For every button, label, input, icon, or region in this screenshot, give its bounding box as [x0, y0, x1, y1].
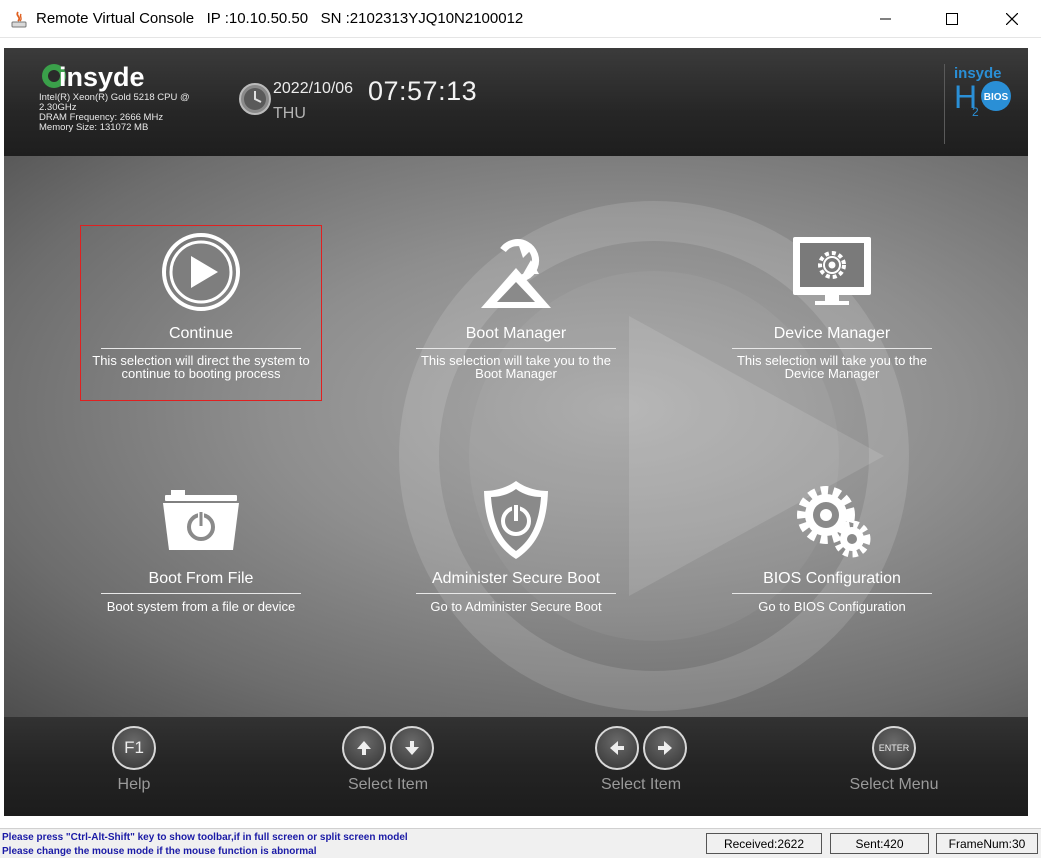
- insyde-logo-text: insyde: [59, 62, 145, 92]
- menu-item-label: Continue: [168, 325, 234, 342]
- menu-item-divider: [101, 348, 301, 349]
- menu-item-continue[interactable]: Continue This selection will direct the …: [80, 225, 322, 401]
- received-counter: Received:2622: [706, 833, 822, 854]
- menu-item-boot-from-file[interactable]: Boot From File Boot system from a file o…: [81, 475, 321, 615]
- weekday-display: THU: [273, 105, 306, 122]
- menu-item-label: Device Manager: [773, 325, 891, 342]
- minimize-icon: [880, 18, 891, 20]
- menu-item-divider: [732, 593, 932, 594]
- minimize-button[interactable]: [863, 0, 909, 38]
- key-hint-footer: F1 Help Select Item Select Item ENTER Se…: [4, 717, 1028, 816]
- close-button[interactable]: [989, 0, 1035, 38]
- folder-power-icon: [163, 490, 239, 550]
- maximize-icon: [946, 13, 958, 25]
- menu-item-boot-manager[interactable]: Boot Manager This selection will take yo…: [396, 226, 636, 400]
- menu-item-description: Go to BIOS Configuration: [758, 599, 906, 614]
- menu-item-label: Boot Manager: [465, 325, 567, 342]
- arrow-right-key-icon[interactable]: [643, 726, 687, 770]
- date-display: 2022/10/06: [273, 80, 354, 97]
- mouse-mode-hint-message: Please change the mouse mode if the mous…: [2, 846, 317, 857]
- system-info: Intel(R) Xeon(R) Gold 5218 CPU @ 2.30GHz…: [39, 93, 214, 133]
- menu-item-description: Boot system from a file or device: [106, 599, 296, 614]
- close-icon: [1006, 13, 1018, 25]
- arrow-left-key-icon[interactable]: [595, 726, 639, 770]
- select-item-label: Select Item: [600, 776, 682, 793]
- arrow-up-key-icon[interactable]: [342, 726, 386, 770]
- menu-item-label: Boot From File: [148, 570, 254, 587]
- svg-text:2: 2: [972, 105, 979, 119]
- viewer-statusbar: Please press "Ctrl-Alt-Shift" key to sho…: [0, 828, 1041, 858]
- insyde-h2o-logo: insyde H 2 BIOS: [954, 65, 1011, 119]
- menu-item-administer-secure-boot[interactable]: Administer Secure Boot Go to Administer …: [396, 475, 636, 615]
- select-item-leftright-hint: Select Item: [561, 717, 721, 816]
- menu-item-label: BIOS Configuration: [763, 570, 901, 587]
- sysinfo-line: Memory Size: 131072 MB: [39, 122, 149, 133]
- menu-item-divider: [101, 593, 301, 594]
- enter-key-icon[interactable]: ENTER: [872, 726, 916, 770]
- menu-item-device-manager[interactable]: Device Manager This selection will take …: [712, 226, 952, 400]
- gears-icon: [797, 486, 871, 558]
- window-titlebar: Remote Virtual Console IP :10.10.50.50 S…: [0, 0, 1041, 38]
- menu-item-bios-configuration[interactable]: BIOS Configuration Go to BIOS Configurat…: [712, 475, 952, 615]
- menu-item-description: Go to Administer Secure Boot: [430, 599, 602, 614]
- help-key-hint: F1 Help: [74, 717, 194, 816]
- select-menu-hint: ENTER Select Menu: [824, 717, 964, 816]
- header-divider: [944, 64, 945, 144]
- arrow-down-key-icon[interactable]: [390, 726, 434, 770]
- boot-manager-icon: [481, 239, 551, 308]
- menu-item-description: This selection will take you to the Devi…: [736, 353, 928, 381]
- select-item-label: Select Item: [347, 776, 429, 793]
- toolbar-hint-message: Please press "Ctrl-Alt-Shift" key to sho…: [2, 832, 408, 843]
- insyde-logo: insyde: [42, 62, 145, 92]
- main-menu-area: Continue This selection will direct the …: [4, 156, 1028, 717]
- sent-counter: Sent:420: [830, 833, 929, 854]
- time-display: 07:57:13: [368, 76, 478, 106]
- h2-bios-text: BIOS: [984, 92, 1009, 103]
- select-item-updown-hint: Select Item: [308, 717, 468, 816]
- menu-item-divider: [416, 348, 616, 349]
- menu-item-divider: [732, 348, 932, 349]
- select-menu-label: Select Menu: [849, 776, 939, 793]
- help-label: Help: [117, 776, 151, 793]
- window-title: Remote Virtual Console IP :10.10.50.50 S…: [36, 10, 524, 27]
- shield-power-icon: [484, 481, 548, 559]
- menu-item-label: Administer Secure Boot: [431, 570, 601, 587]
- bios-header: insyde Intel(R) Xeon(R) Gold 5218 CPU @ …: [4, 48, 1028, 156]
- bios-console[interactable]: insyde Intel(R) Xeon(R) Gold 5218 CPU @ …: [4, 48, 1028, 816]
- f1-key-icon[interactable]: F1: [112, 726, 156, 770]
- menu-item-divider: [416, 593, 616, 594]
- menu-item-description: This selection will take you to the Boot…: [420, 353, 612, 381]
- monitor-gear-icon: [793, 237, 871, 305]
- clock-icon: [239, 83, 271, 115]
- menu-item-description: This selection will direct the system to…: [92, 353, 310, 381]
- play-circle-icon: [162, 233, 240, 311]
- maximize-button[interactable]: [929, 0, 975, 38]
- frame-counter: FrameNum:30: [936, 833, 1038, 854]
- java-app-icon: [11, 11, 27, 28]
